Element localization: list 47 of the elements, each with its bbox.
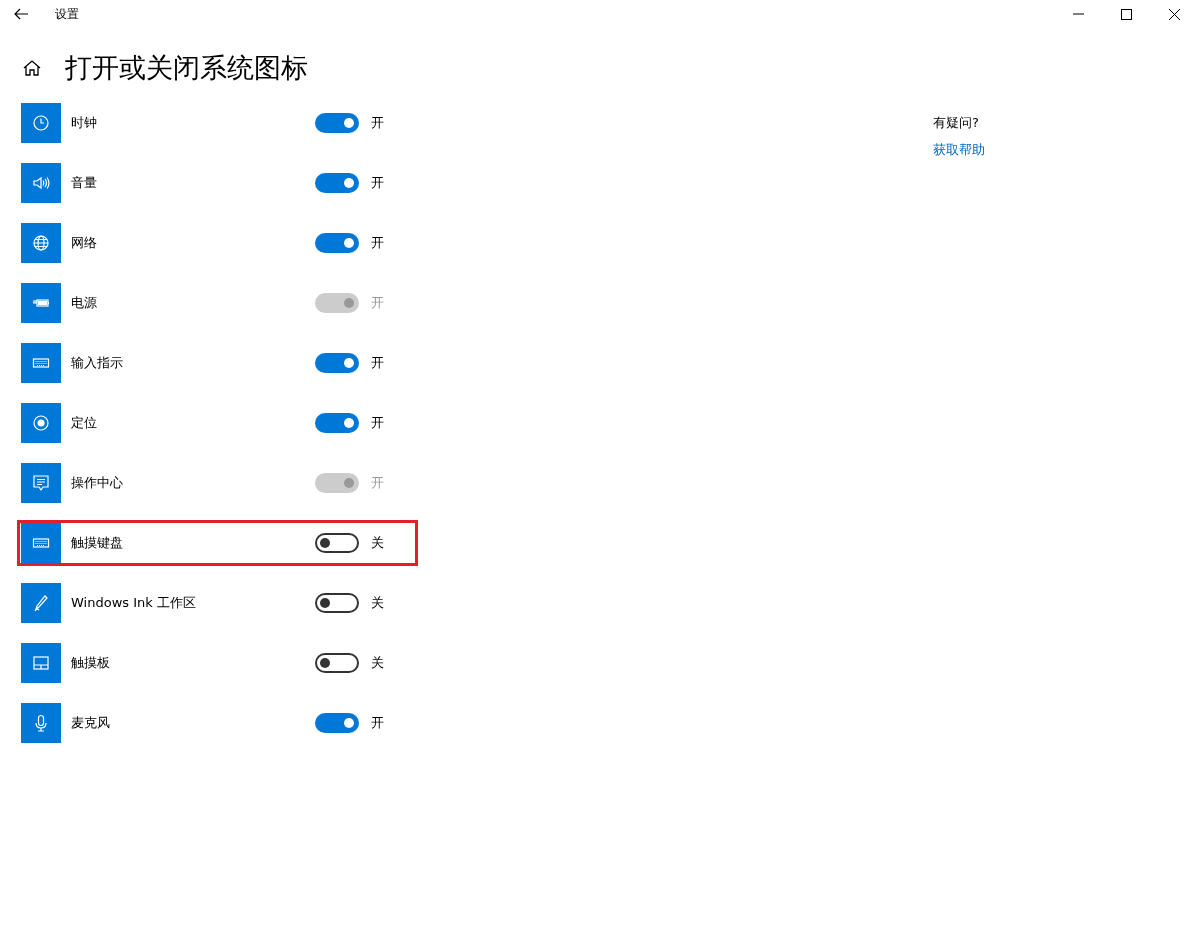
toggle-switch[interactable] (315, 533, 359, 553)
toggle-state: 开 (371, 114, 384, 132)
item-label: 麦克风 (71, 714, 111, 732)
toggle-state: 开 (371, 474, 384, 492)
clock-icon (32, 114, 50, 132)
toggle-state: 开 (371, 174, 384, 192)
toggle-switch[interactable] (315, 353, 359, 373)
message-icon (32, 474, 50, 492)
toggle-switch[interactable] (315, 413, 359, 433)
item-label: Windows Ink 工作区 (71, 594, 197, 612)
pen-icon (32, 594, 50, 612)
toggle-state: 关 (371, 654, 384, 672)
item-label: 定位 (71, 414, 98, 432)
item-label: 触摸键盘 (71, 534, 124, 552)
toggle-switch[interactable] (315, 593, 359, 613)
maximize-icon[interactable] (1121, 8, 1132, 20)
speaker-icon (32, 174, 50, 192)
toggle-state: 开 (371, 414, 384, 432)
item-label: 电源 (71, 294, 98, 312)
item-label: 触摸板 (71, 654, 111, 672)
item-label: 网络 (71, 234, 98, 252)
toggle-state: 开 (371, 714, 384, 732)
help-heading: 有疑问? (933, 114, 980, 132)
window-title: 设置 (55, 5, 79, 23)
item-label: 音量 (71, 174, 98, 192)
toggle-state: 关 (371, 594, 384, 612)
close-icon[interactable] (1169, 8, 1180, 20)
home-icon[interactable] (23, 59, 41, 77)
back-icon[interactable] (14, 8, 28, 20)
globe-icon (32, 234, 50, 252)
toggle-state: 关 (371, 534, 384, 552)
microphone-icon (32, 714, 50, 732)
help-link[interactable]: 获取帮助 (933, 141, 985, 159)
location-icon (32, 414, 50, 432)
item-label: 操作中心 (71, 474, 124, 492)
toggle-state: 开 (371, 354, 384, 372)
page-title: 打开或关闭系统图标 (65, 51, 308, 85)
toggle-switch[interactable] (315, 233, 359, 253)
toggle-state: 开 (371, 234, 384, 252)
toggle-state: 开 (371, 294, 384, 312)
toggle-switch[interactable] (315, 653, 359, 673)
item-label: 输入指示 (71, 354, 124, 372)
touchpad-icon (32, 654, 50, 672)
toggle-switch[interactable] (315, 173, 359, 193)
toggle-switch[interactable] (315, 113, 359, 133)
item-label: 时钟 (71, 114, 98, 132)
toggle-switch[interactable] (315, 713, 359, 733)
